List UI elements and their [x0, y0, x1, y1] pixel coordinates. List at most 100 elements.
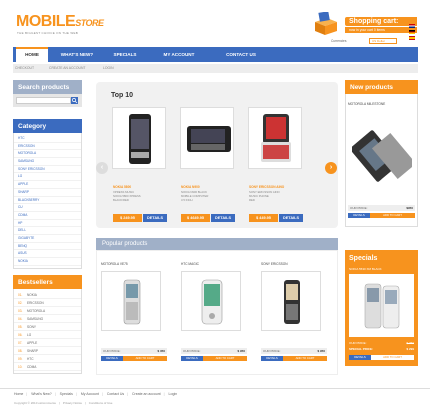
- popular-product-image[interactable]: [261, 271, 321, 331]
- flag-uk-icon[interactable]: [409, 24, 415, 28]
- footer-link-specials[interactable]: Specials: [60, 392, 73, 396]
- special-product-image[interactable]: [349, 274, 414, 337]
- category-item[interactable]: SONY ERICSSON: [14, 166, 81, 174]
- footer-link-my-account[interactable]: My Account: [81, 392, 99, 396]
- currency-label: Currencies: [331, 39, 347, 43]
- add-to-cart-button[interactable]: ADD TO CART: [370, 213, 415, 218]
- nav-contact-us[interactable]: CONTACT US: [213, 47, 269, 62]
- footer-link-home[interactable]: Home: [14, 392, 23, 396]
- bestseller-item[interactable]: 03. MOTOROLA: [14, 307, 81, 315]
- product-name[interactable]: NOKIA 5530 XM BLACK: [349, 267, 382, 271]
- cart-box-icon[interactable]: [313, 11, 339, 36]
- product-name[interactable]: NOKIA 5800: [113, 185, 131, 189]
- product-name[interactable]: SONY ERICSSON: [261, 262, 288, 266]
- privacy-link[interactable]: Privacy Notice: [63, 401, 82, 405]
- product-name[interactable]: MOTOROLA MILESTONE: [348, 102, 385, 106]
- add-to-cart-button[interactable]: ADD TO CART: [203, 356, 247, 361]
- category-item[interactable]: APPLE: [14, 181, 81, 189]
- footer-link-login[interactable]: Login: [169, 392, 178, 396]
- carousel-prev-icon[interactable]: ‹: [96, 162, 108, 174]
- details-button[interactable]: DETAILS: [211, 214, 235, 222]
- category-item[interactable]: BENQ: [14, 243, 81, 251]
- main-nav: HOME WHAT'S NEW? SPECIALS MY ACCOUNT CON…: [13, 47, 418, 62]
- details-button[interactable]: DETAILS: [143, 214, 167, 222]
- button-row: DETAILS ADD TO CART: [181, 355, 247, 361]
- price-row: OUR PRICE: $ 950: [181, 348, 247, 354]
- category-item[interactable]: CU: [14, 204, 81, 212]
- footer-link-create-account[interactable]: Create an account: [132, 392, 161, 396]
- top10-product-image[interactable]: [180, 107, 234, 169]
- details-button[interactable]: DETAILS: [279, 214, 303, 222]
- button-row: DETAILS ADD TO CART: [101, 355, 167, 361]
- specials-heading: Specials: [349, 255, 378, 262]
- cart-title[interactable]: Shopping cart:: [345, 17, 417, 26]
- add-to-cart-button[interactable]: ADD TO CART: [371, 355, 414, 360]
- top10-product-image[interactable]: [112, 107, 166, 169]
- details-button[interactable]: DETAILS: [101, 356, 123, 361]
- popular-product-image[interactable]: [181, 271, 241, 331]
- category-item[interactable]: HTC: [14, 135, 81, 143]
- store-logo[interactable]: MOBILESTORE: [16, 14, 104, 31]
- bestsellers-heading: Bestsellers: [13, 274, 82, 289]
- nav-specials[interactable]: SPECIALS: [105, 47, 145, 62]
- carousel-next-icon[interactable]: ›: [325, 162, 337, 174]
- price-row: OUR PRICE: $ 950: [261, 348, 327, 354]
- product-name[interactable]: NOKIA N900: [181, 185, 200, 189]
- currency-select[interactable]: US Dollar: [369, 38, 397, 44]
- bestseller-item[interactable]: 06. LG: [14, 331, 81, 339]
- nav-whats-new[interactable]: WHAT'S NEW?: [51, 47, 103, 62]
- search-icon[interactable]: [71, 97, 78, 104]
- special-old-price-row: OUR PRICE: $ 350: [349, 341, 414, 345]
- new-product-image[interactable]: [350, 116, 417, 186]
- category-item[interactable]: ASUS: [14, 250, 81, 258]
- product-name[interactable]: MOTOROLA VE75: [101, 262, 128, 266]
- conditions-link[interactable]: Conditions of Use: [89, 401, 113, 405]
- sub-nav: CHECKOUT CREATE AN ACCOUNT LOGIN: [13, 64, 418, 73]
- subnav-create-account[interactable]: CREATE AN ACCOUNT: [49, 66, 85, 70]
- category-item[interactable]: CDMA: [14, 212, 81, 220]
- button-row: DETAILS ADD TO CART: [349, 354, 414, 360]
- product-name[interactable]: HTC MAGIC: [181, 262, 199, 266]
- add-to-cart-button[interactable]: ADD TO CART: [283, 356, 327, 361]
- category-item[interactable]: BLACKBERRY: [14, 197, 81, 205]
- details-button[interactable]: DETAILS: [261, 356, 283, 361]
- popular-product-image[interactable]: [101, 271, 161, 331]
- bestseller-item[interactable]: 09. HTC: [14, 355, 81, 363]
- bestseller-item[interactable]: 04. SAMSUNG: [14, 315, 81, 323]
- price-badge: $ 449.95: [249, 214, 278, 222]
- category-item[interactable]: MOTOROLA: [14, 150, 81, 159]
- bestseller-item[interactable]: 05. SONY: [14, 323, 81, 331]
- category-item[interactable]: DELL: [14, 227, 81, 235]
- specials-panel: Specials NOKIA 5530 XM BLACK OUR PRICE: $…: [345, 250, 418, 366]
- category-item[interactable]: HP: [14, 220, 81, 228]
- search-input[interactable]: [16, 97, 71, 104]
- subnav-checkout[interactable]: CHECKOUT: [15, 66, 34, 70]
- footer-link-whats-new[interactable]: What's New?: [31, 392, 52, 396]
- category-item[interactable]: NOKIA: [14, 258, 81, 266]
- top10-product-image[interactable]: [248, 107, 302, 169]
- footer-link-contact-us[interactable]: Contact Us: [107, 392, 124, 396]
- product-name[interactable]: SONY ERICSSON AINO: [249, 185, 284, 189]
- nav-my-account[interactable]: MY ACCOUNT: [149, 47, 209, 62]
- left-column: Search products Category HTC ERICSSON MO…: [13, 80, 82, 374]
- flag-de-icon[interactable]: [409, 30, 415, 34]
- details-button[interactable]: DETAILS: [348, 213, 370, 218]
- category-item[interactable]: SAMSUNG: [14, 158, 81, 166]
- bestseller-item[interactable]: 07. APPLE: [14, 339, 81, 347]
- category-item[interactable]: ERICSSON: [14, 143, 81, 151]
- details-button[interactable]: DETAILS: [349, 355, 371, 360]
- flag-es-icon[interactable]: [409, 36, 415, 40]
- nav-home[interactable]: HOME: [16, 47, 48, 62]
- right-column: New products MOTOROLA MILESTONE OUR PRIC…: [345, 80, 418, 366]
- category-item[interactable]: SHARP: [14, 189, 81, 197]
- subnav-login[interactable]: LOGIN: [103, 66, 114, 70]
- category-item[interactable]: GIGABYTE: [14, 235, 81, 243]
- tagline: THE BIGGEST CHOICE ON THE WEB: [17, 31, 79, 35]
- bestseller-item[interactable]: 01. NOKIA: [14, 291, 81, 299]
- bestseller-item[interactable]: 08. SHARP: [14, 347, 81, 355]
- bestseller-item[interactable]: 10. CDMA: [14, 363, 81, 371]
- category-item[interactable]: LG: [14, 173, 81, 182]
- details-button[interactable]: DETAILS: [181, 356, 203, 361]
- add-to-cart-button[interactable]: ADD TO CART: [123, 356, 167, 361]
- bestseller-item[interactable]: 02. ERICSSON: [14, 299, 81, 307]
